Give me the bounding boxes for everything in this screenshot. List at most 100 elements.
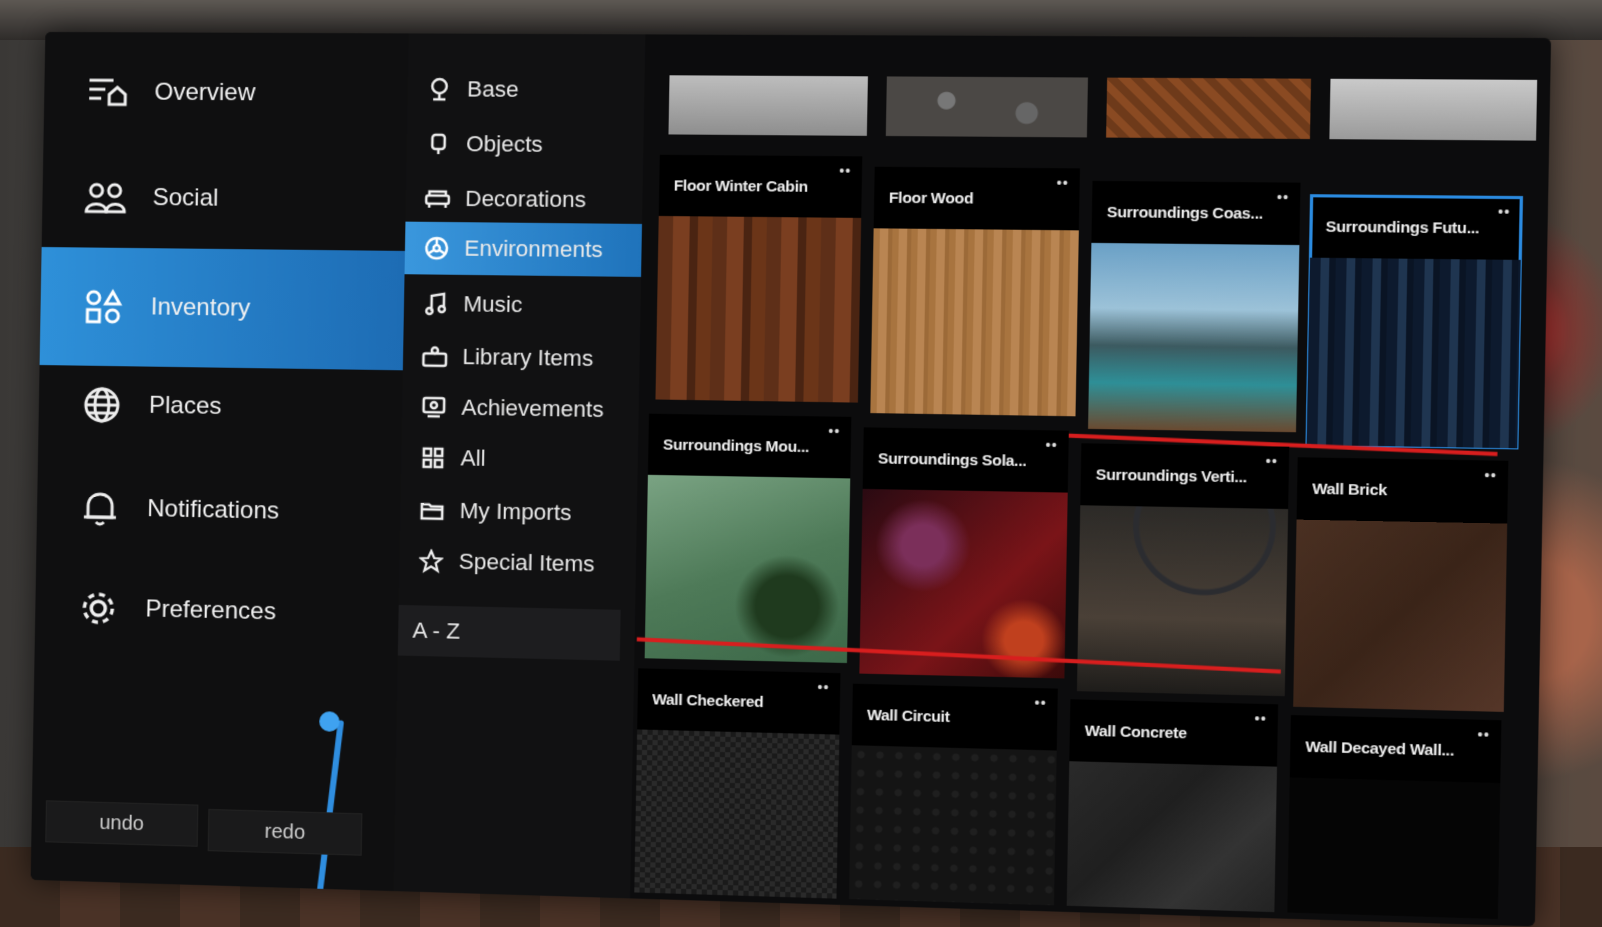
undo-button[interactable]: undo <box>45 800 199 847</box>
item-title: Surroundings Sola... <box>877 450 1027 471</box>
redo-button[interactable]: redo <box>207 808 363 856</box>
item-thumbnail <box>644 474 851 664</box>
item-card[interactable]: Surroundings Mou... •• <box>644 413 852 664</box>
subnav-item-label: Environments <box>464 235 603 263</box>
item-card[interactable]: Floor Wood •• <box>870 166 1080 417</box>
item-title: Surroundings Verti... <box>1095 466 1248 487</box>
globe-icon <box>78 382 125 429</box>
item-thumbnail <box>655 215 862 403</box>
nav-item-label: Overview <box>154 78 256 107</box>
subnav-item-label: Objects <box>465 130 544 157</box>
more-options-icon[interactable]: •• <box>1254 710 1267 727</box>
library-icon <box>421 345 448 368</box>
item-thumbnail <box>849 745 1057 906</box>
nav-item-label: Places <box>148 391 222 420</box>
more-options-icon[interactable]: •• <box>1034 694 1047 711</box>
item-card[interactable]: Surroundings Verti... •• <box>1076 443 1290 697</box>
item-card[interactable]: Surroundings Coas... •• <box>1088 180 1301 433</box>
inventory-icon <box>80 283 127 330</box>
nav-item-label: Preferences <box>145 595 277 626</box>
subnav-item-base[interactable]: Base <box>407 64 644 116</box>
partial-thumbnail[interactable] <box>668 75 868 136</box>
item-card[interactable]: Wall Checkered •• <box>634 668 841 899</box>
subnav-item-label: Base <box>466 76 519 102</box>
nav-item-label: Inventory <box>150 293 251 322</box>
nav-item-label: Social <box>152 183 219 212</box>
nav-item-inventory[interactable]: Inventory <box>39 247 405 371</box>
item-title: Floor Winter Cabin <box>673 177 809 196</box>
star-icon <box>418 549 445 574</box>
nav-item-label: Notifications <box>146 495 280 525</box>
item-title: Wall Brick <box>1312 480 1388 500</box>
item-card[interactable]: Wall Concrete •• <box>1066 699 1279 913</box>
main-nav: Overview Social Inventory Places Notific… <box>30 31 409 921</box>
environments-icon <box>423 236 450 261</box>
base-icon <box>426 77 453 101</box>
item-card[interactable]: Surroundings Sola... •• <box>859 427 1069 679</box>
item-thumbnail <box>1088 242 1300 433</box>
nav-item-overview[interactable]: Overview <box>43 42 408 145</box>
item-card[interactable]: Floor Winter Cabin •• <box>655 154 863 403</box>
folder-icon <box>419 500 446 521</box>
item-thumbnail <box>1293 519 1508 712</box>
item-title: Wall Concrete <box>1084 722 1187 743</box>
item-card[interactable]: Wall Circuit •• <box>849 683 1058 906</box>
partial-thumbnail[interactable] <box>1329 78 1538 141</box>
sort-dropdown[interactable]: A - Z <box>397 604 621 661</box>
more-options-icon[interactable]: •• <box>1045 436 1058 453</box>
item-title: Wall Decayed Wall... <box>1305 738 1455 760</box>
item-grid: Floor Winter Cabin •• Floor Wood •• Surr… <box>634 34 1551 926</box>
item-title: Surroundings Futu... <box>1325 218 1480 238</box>
item-thumbnail <box>1066 761 1277 913</box>
nav-item-preferences[interactable]: Preferences <box>35 557 400 666</box>
objects-icon <box>425 132 452 157</box>
subnav-item-objects[interactable]: Objects <box>406 118 643 171</box>
item-card[interactable]: Surroundings Futu... •• <box>1305 194 1524 450</box>
subnav-item-my-imports[interactable]: My Imports <box>400 485 637 540</box>
social-icon <box>82 174 129 221</box>
item-thumbnail <box>870 228 1079 417</box>
bell-icon <box>77 485 124 532</box>
subnav-item-special-items[interactable]: Special Items <box>399 535 636 591</box>
item-thumbnail <box>1287 777 1501 920</box>
subnav-item-achievements[interactable]: Achievements <box>402 381 639 435</box>
subnav-item-all[interactable]: All <box>401 432 638 487</box>
grid-icon <box>419 446 446 469</box>
item-card[interactable]: Wall Brick •• <box>1293 457 1509 712</box>
more-options-icon[interactable]: •• <box>1498 203 1511 220</box>
item-card[interactable]: Wall Decayed Wall... •• <box>1287 715 1502 920</box>
nav-item-places[interactable]: Places <box>38 354 403 460</box>
partial-thumbnail[interactable] <box>885 76 1088 138</box>
partial-thumbnail[interactable] <box>1106 77 1312 140</box>
subnav-item-decorations[interactable]: Decorations <box>405 173 642 226</box>
more-options-icon[interactable]: •• <box>1477 726 1490 743</box>
gear-icon <box>75 585 122 632</box>
subnav-item-music[interactable]: Music <box>404 278 641 332</box>
subnav-item-label: Decorations <box>464 185 587 213</box>
item-thumbnail <box>1306 257 1521 449</box>
more-options-icon[interactable]: •• <box>1277 189 1290 206</box>
music-icon <box>422 292 449 317</box>
more-options-icon[interactable]: •• <box>1484 467 1497 484</box>
subnav-item-label: Library Items <box>462 343 594 372</box>
subnav-item-label: All <box>460 445 486 471</box>
more-options-icon[interactable]: •• <box>839 162 852 179</box>
nav-item-notifications[interactable]: Notifications <box>36 457 401 564</box>
subnav-item-label: Music <box>463 291 523 318</box>
more-options-icon[interactable]: •• <box>1265 453 1278 470</box>
nav-item-social[interactable]: Social <box>42 147 407 251</box>
subnav-item-library-items[interactable]: Library Items <box>403 331 640 385</box>
more-options-icon[interactable]: •• <box>828 423 841 440</box>
inventory-panel: Overview Social Inventory Places Notific… <box>30 31 1552 927</box>
item-thumbnail <box>634 729 840 899</box>
item-title: Wall Checkered <box>652 691 764 712</box>
subnav-item-label: My Imports <box>459 497 572 526</box>
item-title: Surroundings Mou... <box>662 436 810 457</box>
item-title: Wall Circuit <box>866 706 950 727</box>
subnav-item-environments[interactable]: Environments <box>404 221 642 277</box>
decorations-icon <box>424 187 451 210</box>
more-options-icon[interactable]: •• <box>1056 174 1069 191</box>
more-options-icon[interactable]: •• <box>817 679 830 696</box>
item-title: Surroundings Coas... <box>1106 203 1264 223</box>
subnav-item-label: Achievements <box>461 394 604 423</box>
